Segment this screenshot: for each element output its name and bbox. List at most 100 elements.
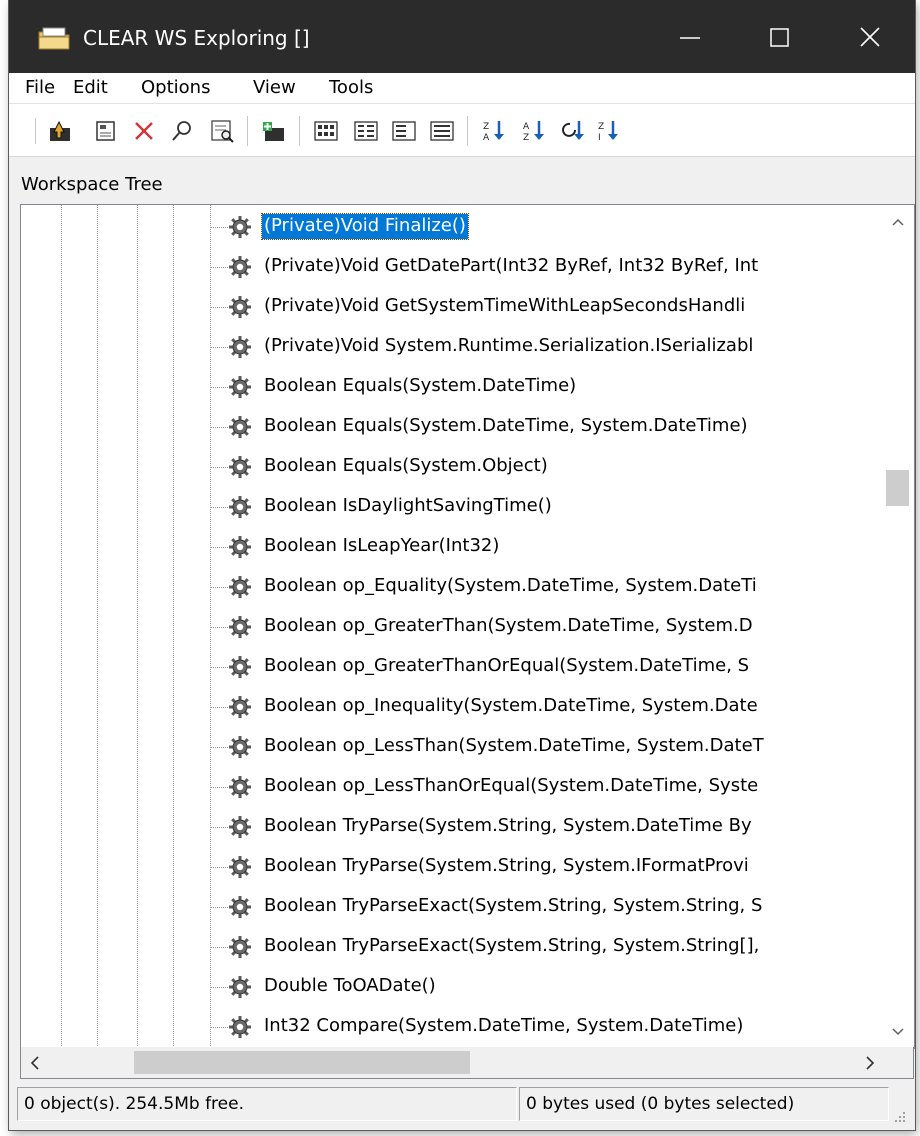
window-title: CLEAR WS Exploring [] (83, 26, 310, 50)
method-gear-icon (228, 255, 252, 279)
small-icons-view-icon (354, 121, 378, 141)
method-gear-icon (228, 335, 252, 359)
method-gear-icon (228, 615, 252, 639)
inspect-button[interactable] (209, 118, 235, 144)
refresh-button[interactable] (559, 118, 585, 144)
tree-item-label: Boolean Equals(System.Object) (264, 455, 548, 476)
method-gear-icon (228, 975, 252, 999)
large-icons-view-icon (314, 121, 338, 141)
tree-item-label: Double ToOADate() (264, 975, 436, 996)
tree-item[interactable]: Int32 Compare(System.DateTime, System.Da… (21, 1007, 901, 1047)
tree-item[interactable]: Boolean Equals(System.DateTime, System.D… (21, 407, 901, 447)
find-button[interactable] (169, 118, 195, 144)
tree-item[interactable]: Boolean op_GreaterThanOrEqual(System.Dat… (21, 647, 901, 687)
list-view-button[interactable] (391, 118, 417, 144)
small-icons-view-button[interactable] (353, 118, 379, 144)
new-item-button[interactable] (261, 118, 287, 144)
workspace-tree[interactable]: (Private)Void Finalize() (Private)Void Ge… (20, 204, 915, 1049)
sort-button[interactable]: Z I (597, 118, 623, 144)
svg-text:Z: Z (483, 122, 489, 132)
menu-tools[interactable]: Tools (329, 77, 373, 98)
tree-connector-line (210, 547, 228, 548)
details-view-button[interactable] (429, 118, 455, 144)
svg-text:Z: Z (523, 133, 529, 143)
tree-item-label: Boolean TryParse(System.String, System.I… (264, 855, 749, 876)
method-gear-icon (228, 215, 252, 239)
tree-item-label: (Private)Void System.Runtime.Serializati… (264, 335, 754, 356)
method-gear-icon (228, 415, 252, 439)
tree-item[interactable]: Boolean IsDaylightSavingTime() (21, 487, 901, 527)
tree-item-label: Int32 Compare(System.DateTime, System.Da… (264, 1015, 744, 1036)
method-gear-icon (228, 655, 252, 679)
tree-item[interactable]: Boolean op_Inequality(System.DateTime, S… (21, 687, 901, 727)
status-bar: 0 object(s). 254.5Mb free. 0 bytes used … (9, 1080, 915, 1130)
tree-item-label: Boolean IsDaylightSavingTime() (264, 495, 552, 516)
menu-edit[interactable]: Edit (73, 77, 108, 98)
tree-item[interactable]: (Private)Void System.Runtime.Serializati… (21, 327, 901, 367)
new-item-icon (263, 122, 284, 141)
properties-button[interactable] (93, 118, 119, 144)
tree-connector-line (210, 227, 228, 228)
sort-ascending-icon: A Z (523, 121, 544, 143)
panel-header: Workspace Tree (9, 157, 915, 204)
large-icons-view-button[interactable] (313, 118, 339, 144)
horizontal-scroll-thumb[interactable] (134, 1051, 470, 1074)
toolbar-grip[interactable] (35, 118, 40, 144)
tree-item-label: Boolean op_Inequality(System.DateTime, S… (264, 695, 758, 716)
method-gear-icon (228, 495, 252, 519)
tree-item[interactable]: Boolean Equals(System.Object) (21, 447, 901, 487)
resize-grip-icon[interactable] (891, 1108, 907, 1124)
scroll-up-icon[interactable] (891, 217, 905, 227)
menu-view[interactable]: View (253, 77, 296, 98)
tree-connector-line (210, 587, 228, 588)
maximize-button[interactable] (735, 0, 825, 73)
scrollbar-corner (884, 1047, 914, 1079)
tree-connector-line (210, 907, 228, 908)
maximize-icon (770, 28, 789, 47)
tree-item[interactable]: Boolean IsLeapYear(Int32) (21, 527, 901, 567)
tree-connector-line (210, 387, 228, 388)
tree-item[interactable]: (Private)Void GetSystemTimeWithLeapSecon… (21, 287, 901, 327)
menu-bar: File Edit Options View Tools (9, 73, 915, 104)
menu-file[interactable]: File (25, 77, 55, 98)
tree-item[interactable]: Boolean op_GreaterThan(System.DateTime, … (21, 607, 901, 647)
tree-item[interactable]: Boolean TryParseExact(System.String, Sys… (21, 887, 901, 927)
vertical-scroll-thumb[interactable] (886, 470, 909, 506)
sort-ascending-button[interactable]: A Z (521, 118, 547, 144)
svg-text:Z: Z (598, 122, 604, 132)
tree-connector-line (210, 787, 228, 788)
vertical-scrollbar[interactable] (883, 205, 912, 1048)
tree-item[interactable]: Double ToOADate() (21, 967, 901, 1007)
close-button[interactable] (825, 0, 915, 73)
title-bar[interactable]: CLEAR WS Exploring [] (9, 0, 915, 73)
delete-button[interactable] (131, 118, 157, 144)
method-gear-icon (228, 935, 252, 959)
tree-item-label: Boolean op_LessThan(System.DateTime, Sys… (264, 735, 764, 756)
scroll-right-icon[interactable] (864, 1055, 876, 1071)
tree-item[interactable]: (Private)Void Finalize() (21, 207, 901, 247)
tree-connector-line (210, 347, 228, 348)
up-folder-button[interactable] (47, 118, 73, 144)
tree-item[interactable]: Boolean op_LessThan(System.DateTime, Sys… (21, 727, 901, 767)
tree-item[interactable]: Boolean TryParseExact(System.String, Sys… (21, 927, 901, 967)
horizontal-scrollbar[interactable] (20, 1047, 886, 1079)
scroll-down-icon[interactable] (891, 1027, 905, 1037)
tree-item[interactable]: Boolean op_LessThanOrEqual(System.DateTi… (21, 767, 901, 807)
inspect-icon (211, 120, 234, 143)
scroll-left-icon[interactable] (29, 1055, 41, 1071)
close-icon (860, 27, 880, 47)
panel-title: Workspace Tree (21, 174, 163, 195)
tree-item-label: (Private)Void GetSystemTimeWithLeapSecon… (264, 295, 746, 316)
tree-item[interactable]: Boolean TryParse(System.String, System.D… (21, 807, 901, 847)
method-gear-icon (228, 695, 252, 719)
minimize-button[interactable] (645, 0, 735, 73)
tree-item[interactable]: Boolean op_Equality(System.DateTime, Sys… (21, 567, 901, 607)
tree-item[interactable]: Boolean Equals(System.DateTime) (21, 367, 901, 407)
sort-descending-button[interactable]: Z A (481, 118, 507, 144)
tree-connector-line (210, 267, 228, 268)
tree-item[interactable]: Boolean TryParse(System.String, System.I… (21, 847, 901, 887)
tree-item[interactable]: (Private)Void GetDatePart(Int32 ByRef, I… (21, 247, 901, 287)
menu-options[interactable]: Options (141, 77, 210, 98)
svg-text:A: A (483, 133, 490, 143)
tree-connector-line (210, 627, 228, 628)
